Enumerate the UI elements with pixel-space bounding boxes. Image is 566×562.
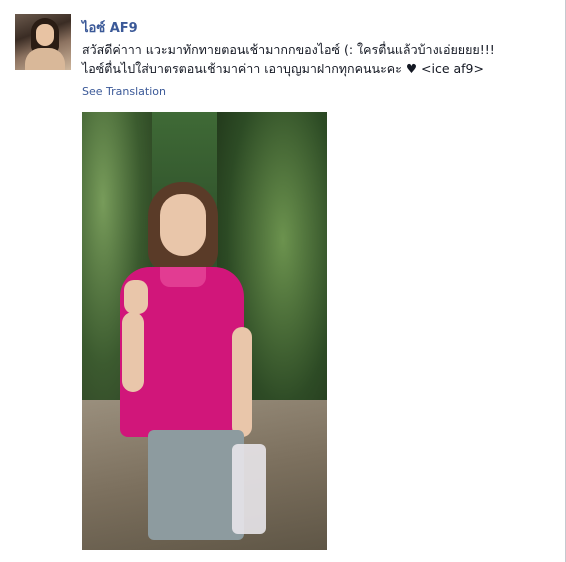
avatar-body (25, 48, 65, 70)
photo-person-shorts (148, 430, 244, 540)
see-translation-link[interactable]: See Translation (82, 85, 166, 98)
avatar-face (36, 24, 54, 46)
photo-person-arm-left (122, 312, 144, 392)
avatar[interactable] (15, 14, 71, 70)
post-message-line-1: สวัสดีค่าาา แวะมาทักทายตอนเช้ามากกของไอซ… (82, 42, 495, 57)
author-name-link[interactable]: ไอซ์ AF9 (82, 17, 138, 38)
photo-person-collar (160, 267, 206, 287)
post-message: สวัสดีค่าาา แวะมาทักทายตอนเช้ามากกของไอซ… (82, 40, 552, 78)
post-photo[interactable] (82, 112, 327, 550)
post-message-line-2: ไอซ์ตื่นไปใส่บาตรตอนเช้ามาค่าา เอาบุญมาฝ… (82, 61, 484, 76)
photo-person-hand-peace-sign (124, 280, 148, 314)
photo-person-face (160, 194, 206, 256)
photo-plastic-bag (232, 444, 266, 534)
photo-person-arm-right (232, 327, 252, 437)
